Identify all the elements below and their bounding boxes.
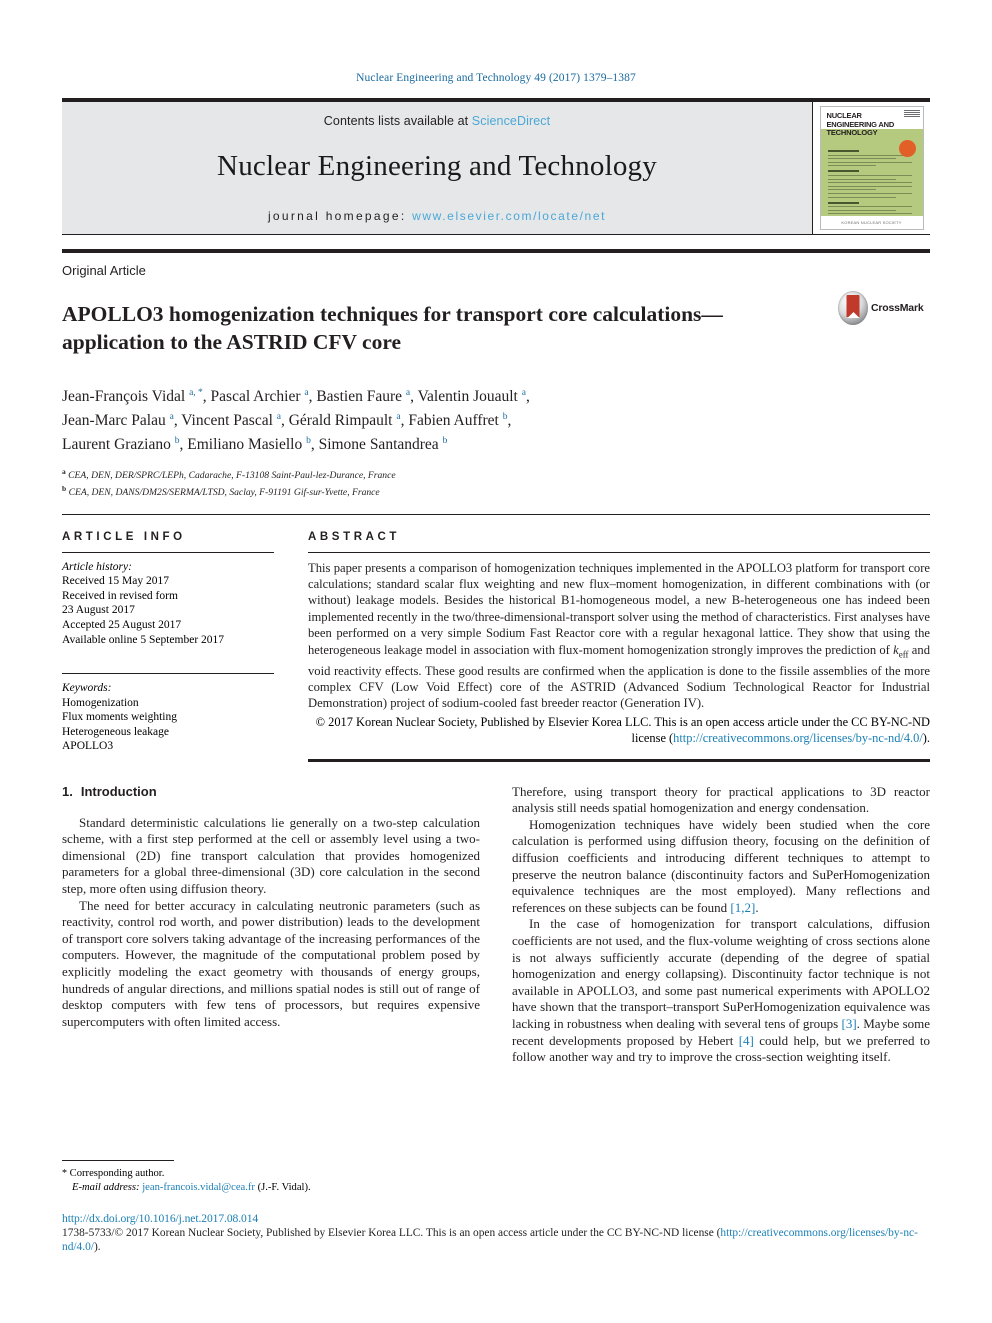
article-history-list: Received 15 May 2017 Received in revised… [62,574,274,647]
abstract-part-1: This paper presents a comparison of homo… [308,560,930,657]
abstract-text: This paper presents a comparison of homo… [308,560,930,712]
author-line: Jean-Marc Palau a, Vincent Pascal a, Gér… [62,411,512,430]
issn-tail: ). [93,1241,101,1254]
cover-title-text: NUCLEAR ENGINEERING AND TECHNOLOGY [826,111,895,138]
abstract-bottom-rule [308,758,930,762]
article-header: Original Article APOLLO3 homogenization … [62,249,930,1066]
article-info-rule [62,551,274,553]
cover-publisher-label: KOREAN NUCLEAR SOCIETY [841,220,902,225]
author-line: Laurent Graziano b, Emiliano Masiello b,… [62,436,448,454]
abstract-rule [308,551,930,553]
article-info-heading: ARTICLE INFO [62,530,186,543]
article-history-label: Article history: [62,560,132,573]
keyword-item: APOLLO3 [62,740,114,753]
asterisk-icon: * [62,1168,67,1179]
journal-cover-slot: NUCLEAR ENGINEERING AND TECHNOLOGY KOREA… [812,102,930,234]
paper-page: Nuclear Engineering and Technology 49 (2… [0,0,992,1323]
journal-cover-thumbnail: NUCLEAR ENGINEERING AND TECHNOLOGY KOREA… [819,106,924,230]
body-column-left: 1. Introduction Standard deterministic ca… [62,784,480,1066]
citation-link[interactable]: [4] [739,1033,754,1048]
section-number: 1. [62,783,73,799]
masthead-banner: Contents lists available at ScienceDirec… [62,102,812,234]
journal-homepage-line: journal homepage: www.elsevier.com/locat… [62,209,812,223]
keyword-item: Homogenization [62,696,139,709]
section-title: Introduction [80,783,157,799]
license-link[interactable]: http://creativecommons.org/licenses/by-n… [673,731,923,745]
cover-seal-icon [898,139,916,157]
keywords-label: Keywords: [62,682,112,695]
abstract-heading: ABSTRACT [308,530,401,543]
body-paragraph: Homogenization techniques have widely be… [512,816,930,915]
email-tail: (J.-F. Vidal). [257,1181,311,1193]
affiliation-marker: b [62,483,67,493]
citation-link[interactable]: [1,2] [730,900,755,915]
keywords-list: Homogenization Flux moments weighting He… [62,696,274,754]
email-label: E-mail address: [72,1181,140,1193]
body-columns: 1. Introduction Standard deterministic ca… [62,784,930,1066]
homepage-url-link[interactable]: www.elsevier.com/locate/net [412,209,606,223]
abstract-copyright: © 2017 Korean Nuclear Society, Published… [308,714,930,747]
body-column-right: Therefore, using transport theory for pr… [512,784,930,1066]
keff-subscript: eff [898,649,909,660]
affiliation-item: b CEA, DEN, DANS/DM2S/SERMA/LTSD, Saclay… [62,483,930,500]
history-item: Available online 5 September 2017 [62,633,225,646]
affiliation-marker: a [62,467,66,477]
footnote-body: * Corresponding author. E-mail address: … [62,1167,476,1194]
crossmark-icon [838,291,868,325]
body-paragraph: In the case of homogenization for transp… [512,916,931,1065]
issn-prefix: 1738-5733/© 2017 Korean Nuclear Society,… [62,1227,721,1239]
crossmark-badge[interactable]: CrossMark [838,287,930,325]
journal-title: Nuclear Engineering and Technology [217,150,657,182]
homepage-label: journal homepage: [267,209,407,223]
corresponding-author-text: Corresponding author. [69,1168,165,1179]
corresponding-author-footnote: * Corresponding author. E-mail address: … [62,1160,476,1194]
affiliation-item: a CEA, DEN, DER/SPRC/LEPh, Cadarache, F-… [62,466,930,483]
keyword-item: Flux moments weighting [62,711,177,724]
page-title: APOLLO3 homogenization techniques for tr… [62,302,723,354]
copyright-tail: ). [922,731,930,746]
contents-prefix: Contents lists available at [323,114,472,128]
issn-copyright-line: 1738-5733/© 2017 Korean Nuclear Society,… [62,1226,930,1255]
crossmark-label: CrossMark [871,302,924,314]
citation-link[interactable]: [3] [842,1016,857,1031]
contents-available-line: Contents lists available at ScienceDirec… [62,114,812,128]
cover-publisher-mark: KOREAN NUCLEAR SOCIETY [820,216,923,229]
affiliation-text: CEA, DEN, DER/SPRC/LEPh, Cadarache, F-13… [68,470,396,482]
body-paragraph: Therefore, using transport theory for pr… [512,783,930,816]
history-item: Accepted 25 August 2017 [62,618,182,631]
info-abstract-block: ARTICLE INFO Article history: Received 1… [62,531,930,762]
header-bottom-rule [62,513,930,515]
page-footer: http://dx.doi.org/10.1016/j.net.2017.08.… [62,1212,930,1255]
affiliation-text: CEA, DEN, DANS/DM2S/SERMA/LTSD, Saclay, … [68,487,380,499]
keyword-item: Heterogeneous leakage [62,725,169,738]
author-line: Jean-François Vidal a, *, Pascal Archier… [62,387,530,405]
article-type-label: Original Article [62,263,146,278]
footnote-rule [62,1160,174,1161]
journal-masthead: Contents lists available at ScienceDirec… [62,98,930,235]
doi-link[interactable]: http://dx.doi.org/10.1016/j.net.2017.08.… [62,1212,930,1225]
email-line: E-mail address: jean-francois.vidal@cea.… [62,1181,476,1195]
affiliation-list: a CEA, DEN, DER/SPRC/LEPh, Cadarache, F-… [62,466,930,499]
author-list: Jean-François Vidal a, *, Pascal Archier… [62,383,702,455]
article-top-rule [62,249,930,253]
abstract-column: ABSTRACT This paper presents a compariso… [308,531,930,762]
history-item: Received 15 May 2017 [62,575,169,588]
article-info-column: ARTICLE INFO Article history: Received 1… [62,531,308,762]
history-item: 23 August 2017 [62,604,135,617]
corresponding-author-line: * Corresponding author. [62,1167,476,1181]
history-item: Received in revised form [62,589,178,602]
sciencedirect-link[interactable]: ScienceDirect [472,114,550,128]
body-paragraph: Standard deterministic calculations lie … [62,814,480,896]
keywords-rule [62,673,274,675]
section-heading-introduction: 1. Introduction [62,784,480,799]
cover-contents-lines [827,146,916,229]
email-link[interactable]: jean-francois.vidal@cea.fr [142,1182,255,1193]
running-head: Nuclear Engineering and Technology 49 (2… [356,72,636,84]
body-paragraph: The need for better accuracy in calculat… [62,897,480,1029]
